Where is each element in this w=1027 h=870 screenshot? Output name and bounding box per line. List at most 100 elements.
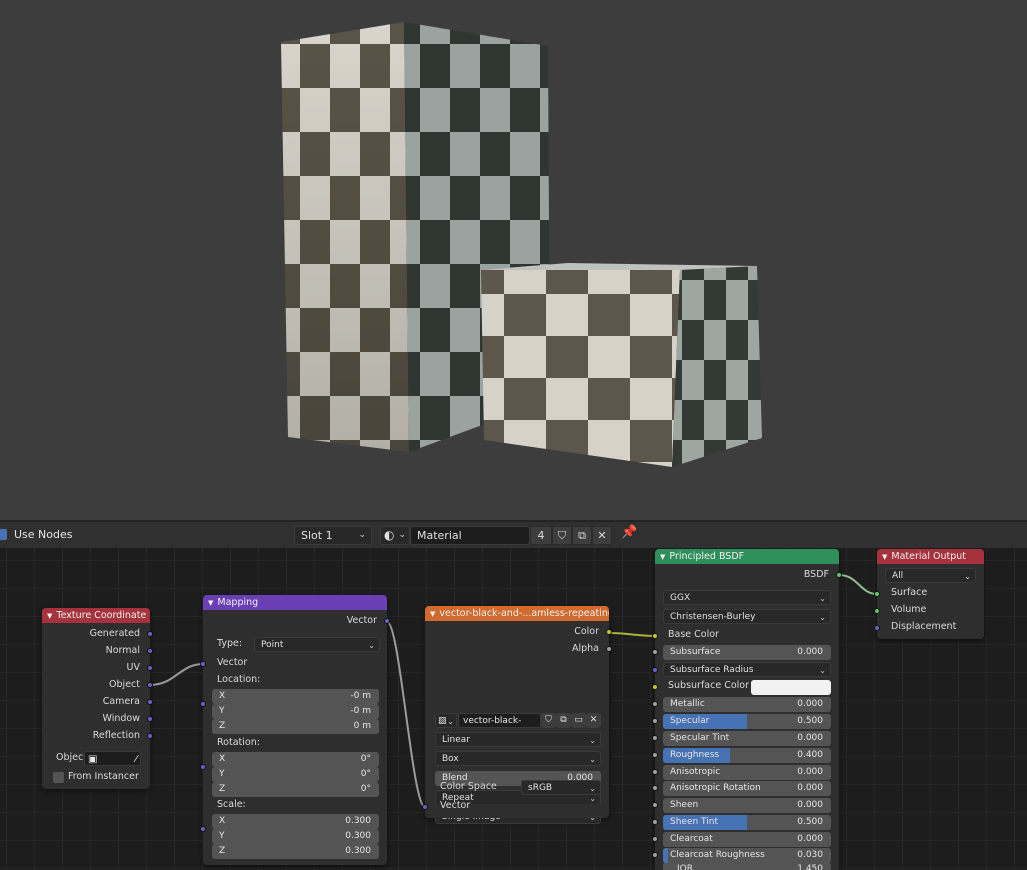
location-y-field[interactable]: Y -0 m [212, 704, 379, 719]
socket-sheen[interactable] [652, 802, 658, 808]
socket-reflection[interactable] [147, 733, 153, 739]
socket-window[interactable] [147, 716, 153, 722]
from-instancer-checkbox[interactable] [53, 772, 64, 783]
socket-volume[interactable] [874, 608, 880, 614]
object-field-label: Objec [56, 752, 84, 763]
bsdf-field-specular[interactable]: Specular 0.500 [663, 714, 831, 729]
socket-surface[interactable] [874, 591, 880, 597]
target-dropdown[interactable]: All ⌄ [885, 568, 976, 583]
socket-subsurface-radius[interactable] [652, 667, 658, 673]
socket-anisotropic[interactable] [652, 769, 658, 775]
interpolation-dropdown[interactable]: Linear ⌄ [435, 732, 601, 747]
users-count-button[interactable]: 4 [530, 526, 552, 545]
location-x-field[interactable]: X -0 m [212, 689, 379, 704]
socket-generated[interactable] [147, 631, 153, 637]
socket-subsurface-color[interactable] [652, 684, 658, 690]
chevron-down-icon: ⌄ [398, 530, 406, 540]
distribution-dropdown[interactable]: GGX ⌄ [663, 590, 831, 605]
socket-alpha-out[interactable] [606, 646, 612, 652]
node-header[interactable]: ▼ vector-black-and-...amless-repeating-p [425, 606, 609, 621]
unlink-image-close-icon[interactable]: ✕ [586, 713, 601, 728]
socket-bsdf-out[interactable] [836, 572, 842, 578]
node-header[interactable]: ▼ Material Output [877, 549, 984, 564]
bsdf-field-specular-tint[interactable]: Specular Tint 0.000 [663, 731, 831, 746]
duplicate-image-icon[interactable]: ⧉ [556, 713, 571, 728]
field-value: 0.000 [797, 699, 823, 709]
texture-coordinate-node[interactable]: ▼ Texture Coordinate Generated Normal UV … [42, 608, 153, 789]
socket-anisotropic-rotation[interactable] [652, 785, 658, 791]
type-dropdown[interactable]: Point ⌄ [254, 637, 380, 652]
socket-metallic[interactable] [652, 701, 658, 707]
socket-rotation[interactable] [200, 764, 206, 770]
projection-dropdown[interactable]: Box ⌄ [435, 751, 601, 766]
bsdf-field-subsurface[interactable]: Subsurface 0.000 [663, 645, 831, 660]
principled-bsdf-node[interactable]: ▼ Principled BSDF BSDF GGX ⌄ Christensen-B… [652, 549, 842, 870]
bsdf-field-anisotropic[interactable]: Anisotropic 0.000 [663, 765, 831, 780]
node-header[interactable]: ▼ Mapping [203, 595, 387, 610]
open-folder-icon[interactable]: ▭ [571, 713, 586, 728]
3d-viewport[interactable] [0, 0, 1027, 520]
bsdf-field-metallic[interactable]: Metallic 0.000 [663, 697, 831, 712]
collapse-triangle-icon[interactable]: ▼ [430, 610, 435, 618]
collapse-triangle-icon[interactable]: ▼ [208, 599, 213, 607]
collapse-triangle-icon[interactable]: ▼ [882, 553, 887, 561]
object-picker-field[interactable]: ▣ ⁄ [84, 751, 141, 766]
subsurface-color-swatch[interactable] [751, 680, 831, 695]
eyedropper-icon[interactable]: ⁄ [135, 752, 137, 765]
subsurface-radius-dropdown[interactable]: Subsurface Radius ⌄ [663, 662, 831, 677]
socket-vector-out[interactable] [384, 618, 390, 624]
location-z-field[interactable]: Z 0 m [212, 719, 379, 734]
fake-user-shield-icon[interactable]: ⛉ [552, 526, 572, 545]
bsdf-field-clearcoat[interactable]: Clearcoat 0.000 [663, 832, 831, 847]
rotation-z-field[interactable]: Z 0° [212, 782, 379, 797]
socket-normal[interactable] [147, 648, 153, 654]
node-header[interactable]: ▼ Principled BSDF [655, 549, 839, 564]
socket-vector-in[interactable] [200, 661, 206, 667]
material-output-node[interactable]: ▼ Material Output All ⌄ Surface Volume Dis… [874, 549, 984, 639]
socket-base-color[interactable] [652, 633, 658, 639]
socket-vector-in[interactable] [422, 804, 428, 810]
socket-camera[interactable] [147, 699, 153, 705]
socket-uv[interactable] [147, 665, 153, 671]
socket-sheen-tint[interactable] [652, 819, 658, 825]
unlink-material-close-icon[interactable]: ✕ [592, 526, 612, 545]
bsdf-field-roughness[interactable]: Roughness 0.400 [663, 748, 831, 763]
socket-displacement[interactable] [874, 625, 880, 631]
rotation-y-field[interactable]: Y 0° [212, 767, 379, 782]
subsurface-method-dropdown[interactable]: Christensen-Burley ⌄ [663, 609, 831, 624]
socket-specular[interactable] [652, 718, 658, 724]
pin-icon[interactable]: 📌 [621, 525, 637, 540]
use-nodes-checkbox[interactable] [0, 529, 7, 540]
scale-z-field[interactable]: Z 0.300 [212, 844, 379, 859]
fake-user-shield-icon[interactable]: ⛉ [541, 713, 556, 728]
node-editor-canvas[interactable]: ▼ Texture Coordinate Generated Normal UV … [0, 548, 1027, 870]
bsdf-field-sheen-tint[interactable]: Sheen Tint 0.500 [663, 815, 831, 830]
ior-field[interactable]: IOR 1.450 [663, 862, 831, 870]
mapping-node[interactable]: ▼ Mapping Vector Type: Point ⌄ Vector Loca… [200, 595, 390, 865]
socket-scale[interactable] [200, 826, 206, 832]
bsdf-field-clearcoat-roughness[interactable]: Clearcoat Roughness 0.030 [663, 848, 831, 863]
collapse-triangle-icon[interactable]: ▼ [47, 612, 52, 620]
scale-x-field[interactable]: X 0.300 [212, 814, 379, 829]
image-name-field[interactable]: vector-black-and.. [458, 713, 541, 728]
material-name-field[interactable]: Material [410, 526, 530, 545]
socket-object[interactable] [147, 682, 153, 688]
socket-clearcoat[interactable] [652, 836, 658, 842]
bsdf-field-anisotropic-rotation[interactable]: Anisotropic Rotation 0.000 [663, 781, 831, 796]
image-browse-button[interactable]: ▨ ⌄ [435, 713, 457, 728]
scale-y-field[interactable]: Y 0.300 [212, 829, 379, 844]
duplicate-material-icon[interactable]: ⧉ [572, 526, 592, 545]
socket-roughness[interactable] [652, 752, 658, 758]
collapse-triangle-icon[interactable]: ▼ [660, 553, 665, 561]
socket-clearcoat-roughness[interactable] [652, 852, 658, 858]
rotation-x-field[interactable]: X 0° [212, 752, 379, 767]
bsdf-field-sheen[interactable]: Sheen 0.000 [663, 798, 831, 813]
socket-location[interactable] [200, 701, 206, 707]
socket-subsurface[interactable] [652, 649, 658, 655]
socket-color-out[interactable] [606, 629, 612, 635]
slot-dropdown[interactable]: Slot 1 ⌄ [294, 526, 372, 545]
material-browse-button[interactable]: ◐ ⌄ [380, 526, 410, 545]
node-header[interactable]: ▼ Texture Coordinate [42, 608, 150, 623]
colorspace-dropdown[interactable]: sRGB ⌄ [521, 780, 601, 795]
socket-specular-tint[interactable] [652, 735, 658, 741]
